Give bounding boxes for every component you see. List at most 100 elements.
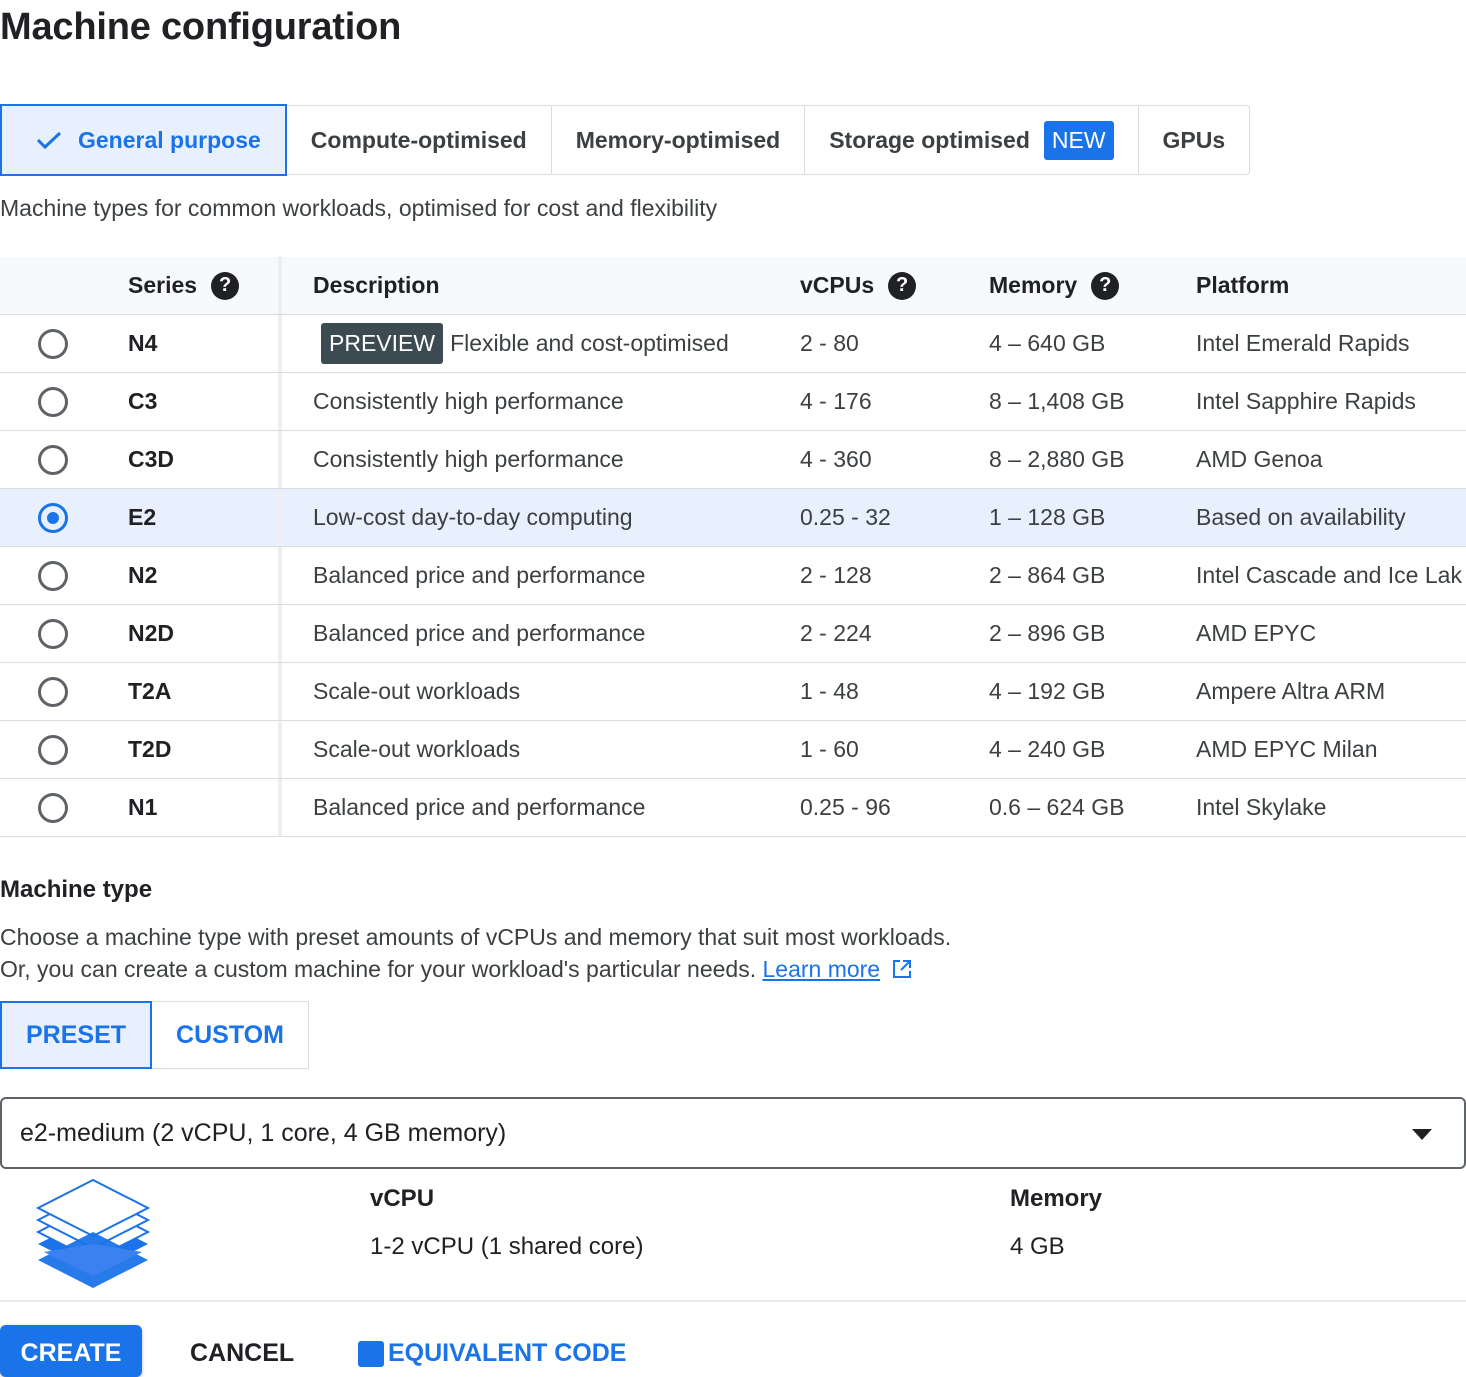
table-row[interactable]: C3 Consistently high performance 4 - 176 8 … [0, 373, 1466, 431]
selected-machine-type: e2-medium (2 vCPU, 1 core, 4 GB memory) [20, 1118, 507, 1147]
table-row[interactable]: E2 Low-cost day-to-day computing 0.25 - 32… [0, 489, 1466, 547]
arrow-drop-down-icon [1412, 1129, 1432, 1140]
description-text: Balanced price and performance [313, 794, 646, 820]
radio-button[interactable] [38, 386, 68, 417]
header-label: vCPUs [800, 272, 875, 298]
tab-label: Compute-optimised [310, 126, 527, 153]
table-row[interactable]: T2A Scale-out workloads 1 - 48 4 – 192 GB Am… [0, 663, 1466, 721]
help-icon[interactable]: ? [888, 271, 917, 300]
series-radio[interactable] [38, 779, 68, 836]
create-button[interactable]: CREATE [0, 1325, 142, 1377]
platform-header: Platform [1196, 272, 1290, 298]
tab-memory-optimised[interactable]: Memory-optimised [551, 105, 806, 175]
series-platform: Intel Skylake [1196, 794, 1327, 820]
series-description: Consistently high performance [313, 431, 624, 488]
series-vcpus: 0.25 - 96 [800, 794, 891, 820]
column-divider [278, 315, 282, 372]
series-description: Scale-out workloads [313, 663, 520, 720]
column-divider [278, 373, 282, 430]
tab-label: Storage optimised [829, 126, 1030, 153]
vcpu-value: 1-2 vCPU (1 shared core) [370, 1233, 644, 1260]
series-table: Series ? Description vCPUs ? Memory ? Pl… [0, 257, 1466, 837]
tab-label: Memory-optimised [575, 126, 781, 153]
machine-family-tabs: General purpose Compute-optimised Memory… [0, 104, 1251, 177]
column-divider [278, 431, 282, 488]
description-header: Description [313, 272, 440, 298]
table-row[interactable]: C3D Consistently high performance 4 - 360 8… [0, 431, 1466, 489]
series-radio[interactable] [38, 547, 68, 604]
tab-gpus[interactable]: GPUs [1138, 105, 1251, 175]
description-text: Flexible and cost-optimised [450, 330, 729, 356]
radio-button[interactable] [38, 734, 68, 765]
preset-button[interactable]: PRESET [0, 1001, 153, 1069]
equivalent-code-label: EQUIVALENT CODE [388, 1339, 627, 1367]
series-description: PREVIEW Flexible and cost-optimised [313, 315, 729, 372]
tab-storage-optimised[interactable]: Storage optimised NEW [805, 105, 1139, 175]
series-radio[interactable] [38, 605, 68, 662]
series-memory: 4 – 192 GB [989, 678, 1106, 704]
radio-button[interactable] [38, 444, 68, 475]
series-memory: 8 – 1,408 GB [989, 388, 1125, 414]
open-in-new-icon[interactable] [891, 958, 913, 980]
table-row[interactable]: N2 Balanced price and performance 2 - 128 2… [0, 547, 1466, 605]
series-memory: 2 – 896 GB [989, 620, 1106, 646]
series-radio[interactable] [38, 489, 68, 546]
stacked-layers-icon [35, 1178, 151, 1288]
preview-badge: PREVIEW [321, 323, 444, 364]
series-radio[interactable] [38, 373, 68, 430]
page-title: Machine configuration [0, 6, 402, 48]
learn-more-link[interactable]: Learn more [762, 956, 880, 982]
series-description: Consistently high performance [313, 373, 624, 430]
series-description: Balanced price and performance [313, 779, 645, 836]
series-vcpus: 4 - 176 [800, 388, 872, 414]
series-radio[interactable] [38, 721, 68, 778]
description-text: Scale-out workloads [313, 736, 521, 762]
series-platform: Ampere Altra ARM [1196, 678, 1386, 704]
new-badge: NEW [1043, 120, 1114, 160]
column-divider [278, 721, 282, 778]
series-vcpus: 2 - 128 [800, 562, 872, 588]
series-memory: 4 – 640 GB [989, 330, 1106, 356]
custom-button[interactable]: CUSTOM [152, 1001, 309, 1069]
series-vcpus: 1 - 60 [800, 736, 859, 762]
header-label: Series [128, 272, 198, 298]
radio-button[interactable] [38, 618, 68, 649]
radio-button[interactable] [38, 502, 68, 533]
machine-type-select[interactable]: e2-medium (2 vCPU, 1 core, 4 GB memory) [0, 1097, 1466, 1169]
series-header: Series ? [128, 257, 240, 314]
table-row[interactable]: N2D Balanced price and performance 2 - 224… [0, 605, 1466, 663]
table-row[interactable]: N1 Balanced price and performance 0.25 - 9… [0, 779, 1466, 837]
tab-general-purpose[interactable]: General purpose [0, 104, 287, 176]
radio-button[interactable] [38, 792, 68, 823]
table-row[interactable]: T2D Scale-out workloads 1 - 60 4 – 240 GB AM… [0, 721, 1466, 779]
equivalent-code-button[interactable]: EQUIVALENT CODE [358, 1339, 626, 1368]
radio-button[interactable] [38, 676, 68, 707]
help-icon[interactable]: ? [211, 271, 240, 300]
series-name: T2D [128, 736, 172, 762]
tab-compute-optimised[interactable]: Compute-optimised [286, 105, 552, 175]
radio-button[interactable] [38, 560, 68, 591]
radio-button[interactable] [38, 328, 68, 359]
series-platform: AMD Genoa [1196, 446, 1323, 472]
machine-type-description-2: Or, you can create a custom machine for … [0, 956, 913, 983]
series-description: Low-cost day-to-day computing [313, 489, 633, 546]
machine-type-title: Machine type [0, 876, 153, 903]
code-icon [358, 1341, 384, 1367]
series-vcpus: 2 - 80 [800, 330, 859, 356]
series-description: Balanced price and performance [313, 605, 645, 662]
machine-type-mode-toggle: PRESET CUSTOM [0, 1001, 309, 1069]
series-platform: Intel Sapphire Rapids [1196, 388, 1416, 414]
help-icon[interactable]: ? [1091, 271, 1120, 300]
series-radio[interactable] [38, 315, 68, 372]
memory-value: 4 GB [1010, 1233, 1065, 1260]
table-row[interactable]: N4 PREVIEW Flexible and cost-optimised 2 - … [0, 315, 1466, 373]
series-memory: 1 – 128 GB [989, 504, 1106, 530]
table-header-row: Series ? Description vCPUs ? Memory ? Pl… [0, 257, 1466, 315]
vcpus-header: vCPUs ? [800, 257, 917, 314]
series-radio[interactable] [38, 431, 68, 488]
series-radio[interactable] [38, 663, 68, 720]
cancel-button[interactable]: CANCEL [190, 1339, 294, 1368]
series-vcpus: 1 - 48 [800, 678, 859, 704]
divider [0, 1300, 1466, 1302]
series-name: E2 [128, 504, 157, 530]
